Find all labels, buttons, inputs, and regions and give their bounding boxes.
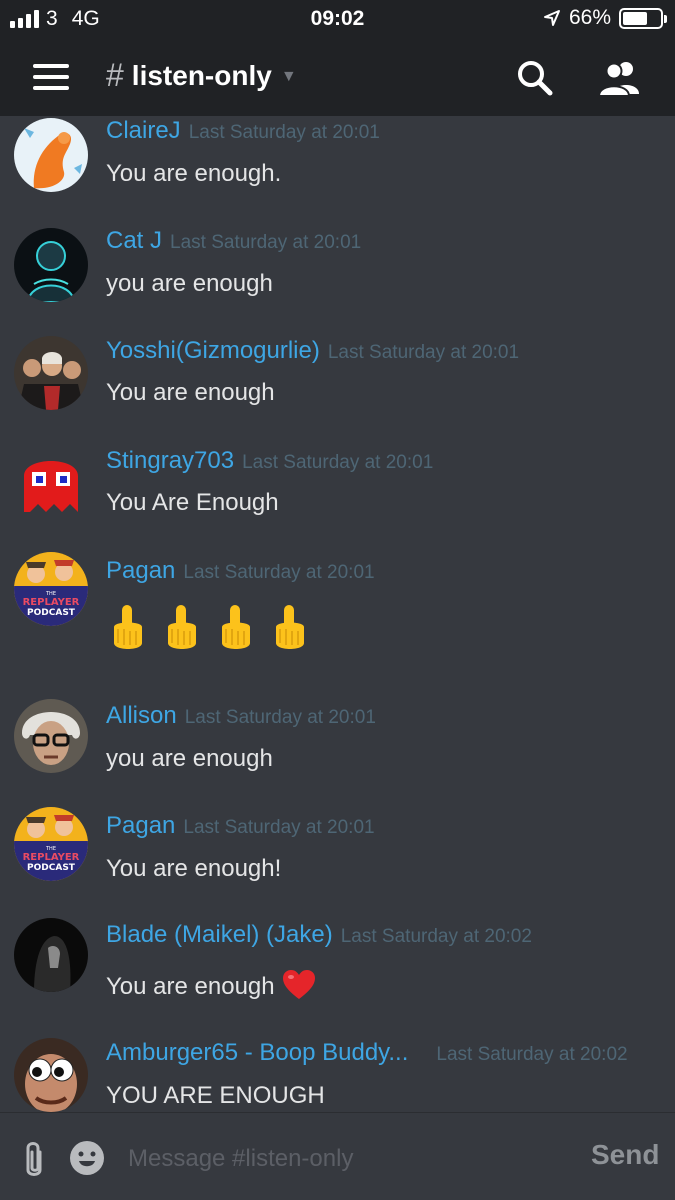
channel-name: listen-only [131, 59, 272, 91]
avatar-text: REPLAYER [23, 597, 80, 608]
username[interactable]: Amburger65 - Boop Buddy... [106, 1039, 408, 1067]
message-text: You Are Enough [106, 489, 279, 516]
message-text: you are enough [106, 745, 273, 772]
avatar[interactable] [14, 446, 88, 520]
message-text: You are enough [106, 973, 275, 1000]
username[interactable]: Pagan [106, 812, 175, 840]
message-text: you are enough [106, 270, 273, 297]
avatar[interactable] [14, 699, 88, 773]
message-text-row: You are enough [106, 970, 315, 1001]
pointing-up-emoji [114, 605, 142, 649]
emoji-icon[interactable] [69, 1140, 105, 1176]
message-input[interactable] [128, 1139, 568, 1179]
pointing-up-emoji [168, 605, 196, 649]
message-text: You are enough. [106, 160, 282, 187]
message-list[interactable]: ClaireJ Last Saturday at 20:01 You are e… [0, 116, 675, 1112]
timestamp: Last Saturday at 20:01 [183, 562, 375, 583]
channel-title[interactable]: # listen-only ▼ [106, 57, 297, 94]
username[interactable]: Blade (Maikel) (Jake) [106, 921, 333, 949]
avatar[interactable] [14, 118, 88, 192]
channel-header: # listen-only ▼ [0, 38, 675, 116]
timestamp: Last Saturday at 20:01 [327, 342, 520, 363]
top-bar: 3 4G 09:02 66% # listen-only ▼ [0, 0, 675, 116]
pointing-up-emoji [222, 605, 250, 649]
send-button[interactable]: Send [591, 1139, 659, 1171]
message-header: Blade (Maikel) (Jake) Last Saturday at 2… [106, 921, 532, 949]
timestamp: Last Saturday at 20:01 [170, 232, 362, 253]
message-composer: Send [0, 1112, 675, 1200]
battery-level [623, 11, 647, 25]
avatar[interactable] [14, 228, 88, 302]
message-emoji [108, 603, 310, 655]
chevron-down-icon: ▼ [280, 67, 297, 85]
avatar-text: REPLAYER [23, 852, 80, 863]
message-header: ClaireJ Last Saturday at 20:01 [106, 117, 380, 145]
timestamp: Last Saturday at 20:02 [340, 926, 532, 947]
username[interactable]: Yosshi(Gizmogurlie) [106, 337, 320, 365]
channel-hash-icon: # [106, 57, 124, 93]
avatar[interactable]: THE REPLAYER PODCAST [14, 807, 88, 881]
battery-icon [619, 7, 667, 29]
message-header: Pagan Last Saturday at 20:01 [106, 557, 375, 585]
timestamp: Last Saturday at 20:01 [184, 707, 376, 728]
avatar[interactable] [14, 918, 88, 992]
avatar-text: PODCAST [27, 863, 76, 873]
pointing-up-emoji [276, 605, 304, 649]
avatar-text: PODCAST [27, 608, 76, 618]
status-bar: 3 4G 09:02 66% [0, 0, 675, 38]
avatar[interactable]: THE REPLAYER PODCAST [14, 552, 88, 626]
search-icon[interactable] [515, 58, 555, 98]
message-text: You are enough! [106, 855, 282, 882]
message-header: Allison Last Saturday at 20:01 [106, 702, 376, 730]
avatar[interactable] [14, 1038, 88, 1112]
timestamp: Last Saturday at 20:01 [242, 452, 434, 473]
paperclip-icon[interactable] [20, 1140, 48, 1180]
members-icon[interactable] [597, 58, 643, 98]
username[interactable]: Cat J [106, 227, 162, 255]
message-text: YOU ARE ENOUGH [106, 1082, 325, 1109]
message-text: You are enough [106, 379, 275, 406]
message-header: Cat J Last Saturday at 20:01 [106, 227, 361, 255]
timestamp: Last Saturday at 20:02 [436, 1044, 628, 1065]
status-right: 66% [543, 6, 667, 30]
message-header: Stingray703 Last Saturday at 20:01 [106, 447, 433, 475]
message-header: Pagan Last Saturday at 20:01 [106, 812, 375, 840]
hamburger-icon[interactable] [33, 64, 69, 90]
location-arrow-icon [543, 10, 560, 26]
username[interactable]: Pagan [106, 557, 175, 585]
username[interactable]: ClaireJ [106, 117, 181, 145]
timestamp: Last Saturday at 20:01 [183, 817, 375, 838]
username[interactable]: Allison [106, 702, 177, 730]
username[interactable]: Stingray703 [106, 447, 234, 475]
heart-emoji [282, 970, 315, 999]
message-header: Amburger65 - Boop Buddy... Last Saturday… [106, 1039, 628, 1067]
battery-percent: 66% [568, 6, 611, 29]
avatar[interactable] [14, 336, 88, 410]
timestamp: Last Saturday at 20:01 [188, 122, 380, 143]
message-header: Yosshi(Gizmogurlie) Last Saturday at 20:… [106, 337, 519, 365]
